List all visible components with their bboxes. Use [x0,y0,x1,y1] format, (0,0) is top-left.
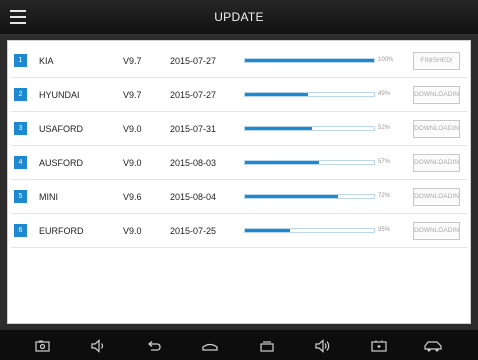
battery-icon[interactable] [370,338,388,354]
progress-bar [244,160,375,165]
index-badge: 4 [14,156,27,169]
status-button[interactable]: DOWNLOADIN [413,154,460,172]
date-label: 2015-07-31 [170,124,217,134]
version-label: V9.7 [123,56,142,66]
version-label: V9.0 [123,124,142,134]
progress-fill [245,161,319,164]
status-button[interactable]: DOWNLOADIN [413,188,460,206]
list-item: 3 USAFORD V9.0 2015-07-31 52% DOWNLOADIN [11,113,467,146]
status-button[interactable]: DOWNLOADIN [413,222,460,240]
system-navigation-bar [0,329,478,360]
progress-bar [244,228,375,233]
status-button[interactable]: DOWNLOADIN [413,120,460,138]
progress-bar [244,194,375,199]
progress-fill [245,127,313,130]
list-item: 6 EURFORD V9.0 2015-07-25 35% DOWNLOADIN [11,215,467,248]
brand-name: USAFORD [39,124,84,134]
version-label: V9.6 [123,192,142,202]
progress-fill [245,195,338,198]
date-label: 2015-07-25 [170,226,217,236]
brand-name: MINI [39,192,58,202]
vehicle-icon[interactable] [424,338,442,354]
index-badge: 6 [14,224,27,237]
date-label: 2015-07-27 [170,90,217,100]
progress-fill [245,229,291,232]
volume-up-icon[interactable] [314,338,332,354]
progress-fill [245,93,309,96]
list-item: 2 HYUNDAI V9.7 2015-07-27 49% DOWNLOADIN [11,79,467,112]
progress-percent: 57% [378,159,391,165]
brand-name: KIA [39,56,54,66]
progress-percent: 100% [378,57,394,63]
status-button[interactable]: DOWNLOADIN [413,86,460,104]
date-label: 2015-08-03 [170,158,217,168]
recent-apps-icon[interactable] [258,338,276,354]
header-bar: UPDATE [0,0,478,35]
progress-percent: 49% [378,91,391,97]
list-item: 5 MINI V9.6 2015-08-04 72% DOWNLOADIN [11,181,467,214]
progress-bar [244,126,375,131]
back-icon[interactable] [145,338,163,354]
home-icon[interactable] [201,338,219,354]
list-item: 1 KIA V9.7 2015-07-27 100% FINISHED! [11,45,467,78]
index-badge: 3 [14,122,27,135]
volume-down-icon[interactable] [90,338,108,354]
screenshot-icon[interactable] [34,338,52,354]
progress-fill [245,59,374,62]
date-label: 2015-07-27 [170,56,217,66]
index-badge: 1 [14,54,27,67]
brand-name: EURFORD [39,226,84,236]
version-label: V9.0 [123,226,142,236]
version-label: V9.7 [123,90,142,100]
list-item: 4 AUSFORD V9.0 2015-08-03 57% DOWNLOADIN [11,147,467,180]
index-badge: 5 [14,190,27,203]
progress-bar [244,58,375,63]
date-label: 2015-08-04 [170,192,217,202]
progress-bar [244,92,375,97]
progress-percent: 72% [378,193,391,199]
brand-name: AUSFORD [39,158,84,168]
status-button[interactable]: FINISHED! [413,52,460,70]
progress-percent: 52% [378,125,391,131]
page-title: UPDATE [214,10,264,24]
progress-percent: 35% [378,227,391,233]
update-list: 1 KIA V9.7 2015-07-27 100% FINISHED! 2 H… [7,40,471,324]
index-badge: 2 [14,88,27,101]
version-label: V9.0 [123,158,142,168]
brand-name: HYUNDAI [39,90,80,100]
content-area: 1 KIA V9.7 2015-07-27 100% FINISHED! 2 H… [0,35,478,329]
